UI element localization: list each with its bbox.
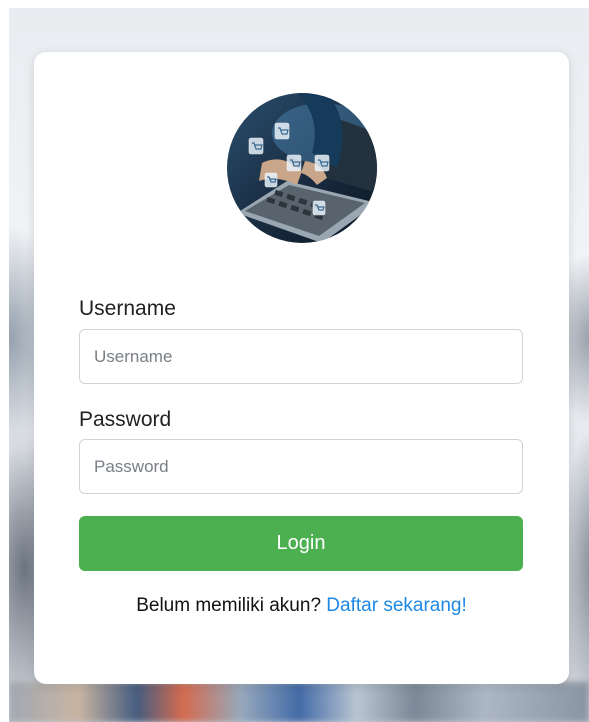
- signup-link[interactable]: Daftar sekarang!: [326, 595, 466, 616]
- username-input[interactable]: [79, 329, 523, 384]
- login-card: Username Password Login Belum memiliki a…: [34, 52, 569, 684]
- login-button[interactable]: Login: [79, 516, 523, 571]
- online-shopping-laptop-icon: [227, 93, 377, 243]
- avatar: [227, 93, 377, 243]
- username-label: Username: [79, 297, 176, 320]
- signup-prompt-text: Belum memiliki akun?: [136, 595, 322, 616]
- password-label: Password: [79, 408, 172, 431]
- background-crowd: [9, 682, 589, 722]
- password-input[interactable]: [79, 439, 523, 494]
- signup-prompt: Belum memiliki akun? Daftar sekarang!: [34, 595, 569, 617]
